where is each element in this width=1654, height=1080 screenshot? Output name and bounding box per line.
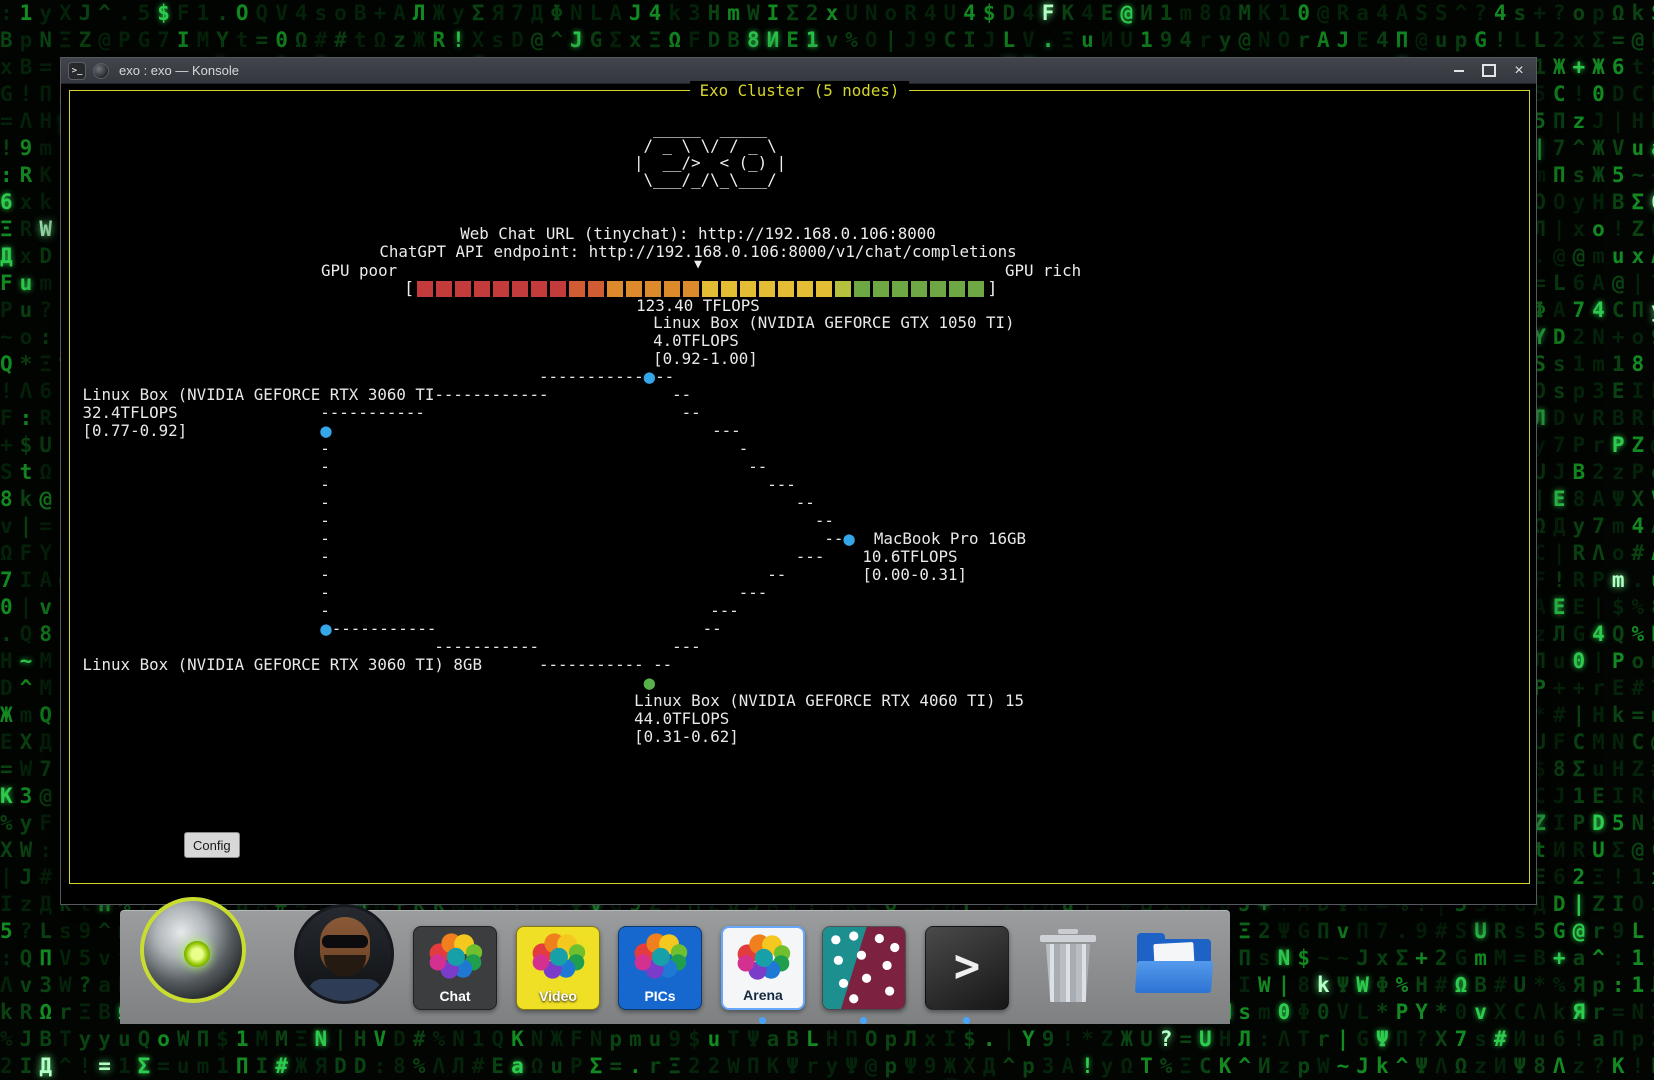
- gpu-bar-square: [797, 281, 813, 297]
- gpu-bar-square: [417, 281, 433, 297]
- node-dot: ●: [843, 528, 854, 550]
- window-controls: ×: [1449, 62, 1529, 80]
- dock: Chat Video PICs Arena >: [120, 910, 1230, 1024]
- gpu-bar-square: [474, 281, 490, 297]
- gpu-bar-square: [645, 281, 661, 297]
- window-title: exo : exo — Konsole: [119, 63, 1442, 78]
- gpu-bar-square: [892, 281, 908, 297]
- minimize-button[interactable]: [1449, 62, 1469, 80]
- maximize-button[interactable]: [1479, 62, 1499, 80]
- arena-app-icon[interactable]: Arena: [721, 926, 805, 1010]
- brain-icon: [631, 932, 689, 985]
- arena-app-label: Arena: [723, 987, 803, 1003]
- person-avatar[interactable]: [294, 904, 394, 1004]
- brain-icon: [529, 932, 587, 985]
- gpu-bar-square: [759, 281, 775, 297]
- gpu-bar-square: [550, 281, 566, 297]
- web-chat-url: Web Chat URL (tinychat): http://192.168.…: [61, 224, 1335, 243]
- chat-app-label: Chat: [414, 988, 496, 1004]
- gpu-bar-square: [664, 281, 680, 297]
- video-app-icon[interactable]: Video: [516, 926, 600, 1010]
- session-tab-icon: [93, 63, 109, 79]
- exo-ascii-logo: _____ _____ / _ \ \/ / _ \ | __/> < (_) …: [634, 120, 786, 188]
- video-app-label: Video: [517, 988, 599, 1004]
- trash-icon[interactable]: [1028, 929, 1108, 1007]
- gpu-bar-square: [626, 281, 642, 297]
- trash-body: [1044, 944, 1092, 1002]
- gpu-bar-squares: [417, 281, 984, 297]
- gpu-bar-square: [436, 281, 452, 297]
- running-indicator: [963, 1017, 970, 1024]
- robot-avatar[interactable]: [140, 897, 246, 1003]
- gpu-bar-square: [531, 281, 547, 297]
- brain-icon: [734, 933, 792, 986]
- konsole-window-icon: >_: [68, 62, 86, 80]
- close-button[interactable]: ×: [1509, 62, 1529, 80]
- person-beard: [324, 955, 366, 976]
- gpu-bar-square: [911, 281, 927, 297]
- pics-app-icon[interactable]: PICs: [618, 926, 702, 1010]
- person-torso: [308, 979, 382, 1004]
- gpu-bar-square: [740, 281, 756, 297]
- trash-handle: [1058, 929, 1078, 934]
- gpu-bar-square: [873, 281, 889, 297]
- gpu-bar-square: [588, 281, 604, 297]
- dots-app-icon[interactable]: [822, 926, 906, 1010]
- running-indicator: [860, 1017, 867, 1024]
- chat-app-icon[interactable]: Chat: [413, 926, 497, 1010]
- gpu-rich-label: GPU rich: [1005, 261, 1081, 280]
- node-dot: ●: [320, 420, 331, 442]
- cluster-position-marker: ▼: [694, 257, 702, 272]
- gpu-bar-square: [968, 281, 984, 297]
- marker-row: ▼: [61, 257, 1335, 272]
- node-dot: ●: [644, 672, 655, 694]
- config-button[interactable]: Config: [184, 832, 240, 858]
- gpu-bar-square: [702, 281, 718, 297]
- folder-front: [1135, 961, 1213, 993]
- gpu-bar-square: [816, 281, 832, 297]
- gpu-bar-square: [949, 281, 965, 297]
- pics-app-label: PICs: [619, 988, 701, 1004]
- gpu-bar-square: [854, 281, 870, 297]
- terminal-app-icon[interactable]: >: [925, 926, 1009, 1010]
- konsole-window: >_ exo : exo — Konsole × Exo Cluster (5 …: [60, 57, 1537, 905]
- gpu-bar-square: [512, 281, 528, 297]
- gpu-bar-square: [493, 281, 509, 297]
- gpu-bar-square: [569, 281, 585, 297]
- trash-lid: [1040, 935, 1096, 942]
- node-dot: ●: [644, 366, 655, 388]
- running-indicator: [759, 1017, 766, 1024]
- gpu-bar-square: [607, 281, 623, 297]
- terminal-chevron-icon: >: [954, 939, 981, 993]
- gpu-bar-square: [835, 281, 851, 297]
- folder-icon[interactable]: [1132, 929, 1216, 1005]
- sunglasses-icon: [322, 935, 368, 948]
- terminal-content[interactable]: Exo Cluster (5 nodes) _____ _____ / _ \ …: [61, 84, 1536, 904]
- cluster-title: Exo Cluster (5 nodes): [690, 81, 910, 100]
- node-dot: ●: [320, 618, 331, 640]
- brain-icon: [426, 932, 484, 985]
- gpu-bar-square: [455, 281, 471, 297]
- gpu-bar-square: [721, 281, 737, 297]
- gpu-bar-square: [683, 281, 699, 297]
- gpu-bar-square: [778, 281, 794, 297]
- robot-eye-icon: [184, 941, 210, 967]
- cluster-topology: Linux Box (NVIDIA GEFORCE GTX 1050 TI) 4…: [73, 314, 1026, 746]
- gpu-bar-square: [930, 281, 946, 297]
